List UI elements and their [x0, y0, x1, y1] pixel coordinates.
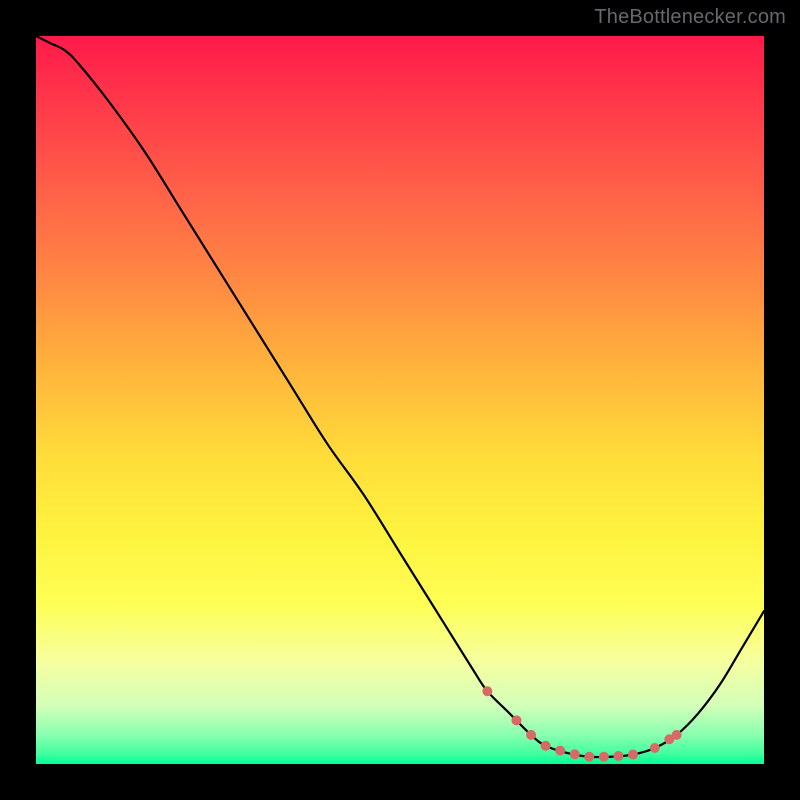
bottleneck-curve — [36, 36, 764, 757]
plot-area — [36, 36, 764, 764]
optimal-marker — [570, 749, 580, 759]
optimal-marker — [526, 730, 536, 740]
optimal-marker — [599, 752, 609, 762]
optimal-marker — [482, 686, 492, 696]
optimal-marker — [511, 715, 521, 725]
optimal-marker — [555, 746, 565, 756]
optimal-marker — [584, 752, 594, 762]
optimal-marker — [650, 743, 660, 753]
optimal-region-markers — [482, 686, 681, 762]
optimal-marker — [613, 751, 623, 761]
optimal-marker — [541, 741, 551, 751]
optimal-marker — [672, 730, 682, 740]
curve-svg — [36, 36, 764, 764]
optimal-marker — [628, 750, 638, 760]
watermark-text: TheBottlenecker.com — [594, 6, 786, 29]
chart-container: TheBottlenecker.com — [0, 0, 800, 800]
